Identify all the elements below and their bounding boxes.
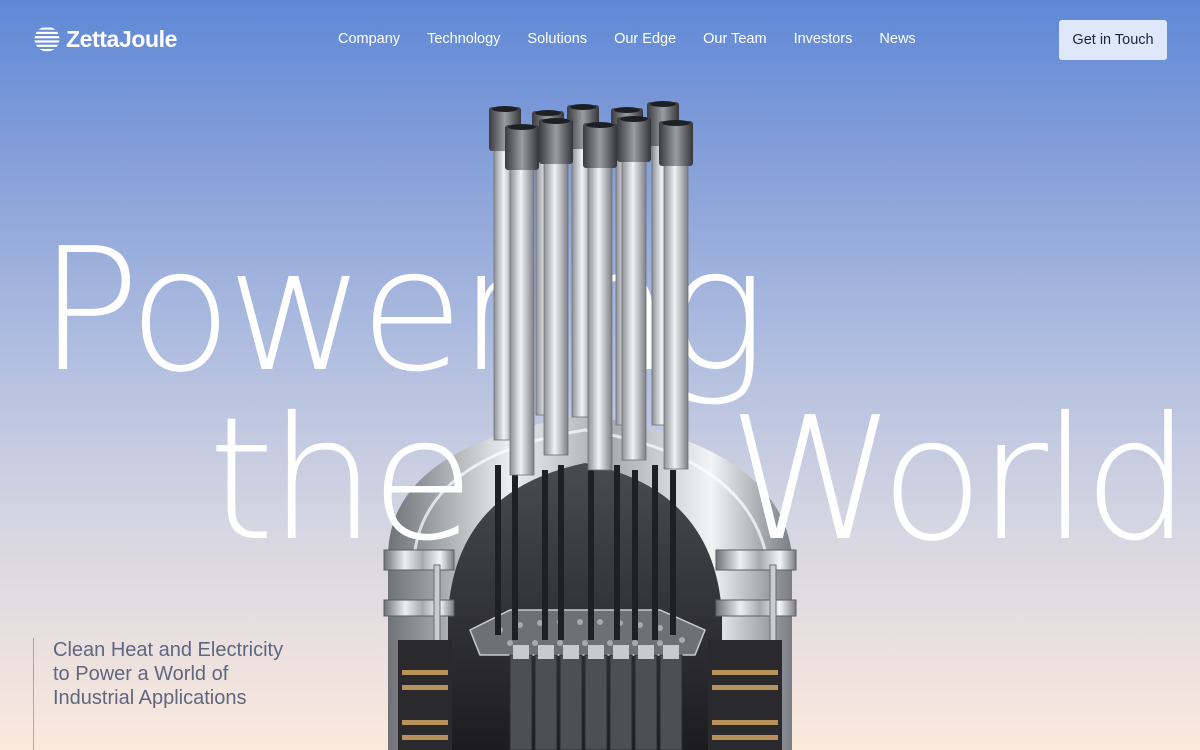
- main-menu: Company Technology Solutions Our Edge Ou…: [338, 29, 916, 49]
- nav-link-company[interactable]: Company: [338, 29, 400, 49]
- brand-name: ZettaJoule: [66, 26, 178, 52]
- hero-subtitle-line3: Industrial Applications: [53, 687, 247, 709]
- hero-subtitle-line1: Clean Heat and Electricity: [53, 639, 284, 661]
- top-navigation: ZettaJoule Company Technology Solutions …: [0, 0, 1200, 80]
- nav-link-our-team[interactable]: Our Team: [703, 29, 766, 49]
- nav-link-investors[interactable]: Investors: [794, 29, 853, 49]
- globe-stripes-icon: [34, 27, 60, 52]
- hero-subtitle: Clean Heat and Electricity to Power a Wo…: [53, 638, 313, 710]
- nav-link-solutions[interactable]: Solutions: [527, 29, 587, 49]
- subtitle-divider: [33, 638, 34, 750]
- brand-logo-link[interactable]: ZettaJoule: [34, 26, 177, 52]
- nav-link-technology[interactable]: Technology: [427, 29, 500, 49]
- nav-link-news[interactable]: News: [879, 29, 915, 49]
- hero-headline-line2-left: the: [208, 381, 475, 579]
- nav-link-our-edge[interactable]: Our Edge: [614, 29, 676, 49]
- hero-subtitle-line2: to Power a World of: [53, 663, 229, 685]
- get-in-touch-button[interactable]: Get in Touch: [1059, 20, 1167, 60]
- hero-headline-line2-right: World: [728, 381, 1191, 579]
